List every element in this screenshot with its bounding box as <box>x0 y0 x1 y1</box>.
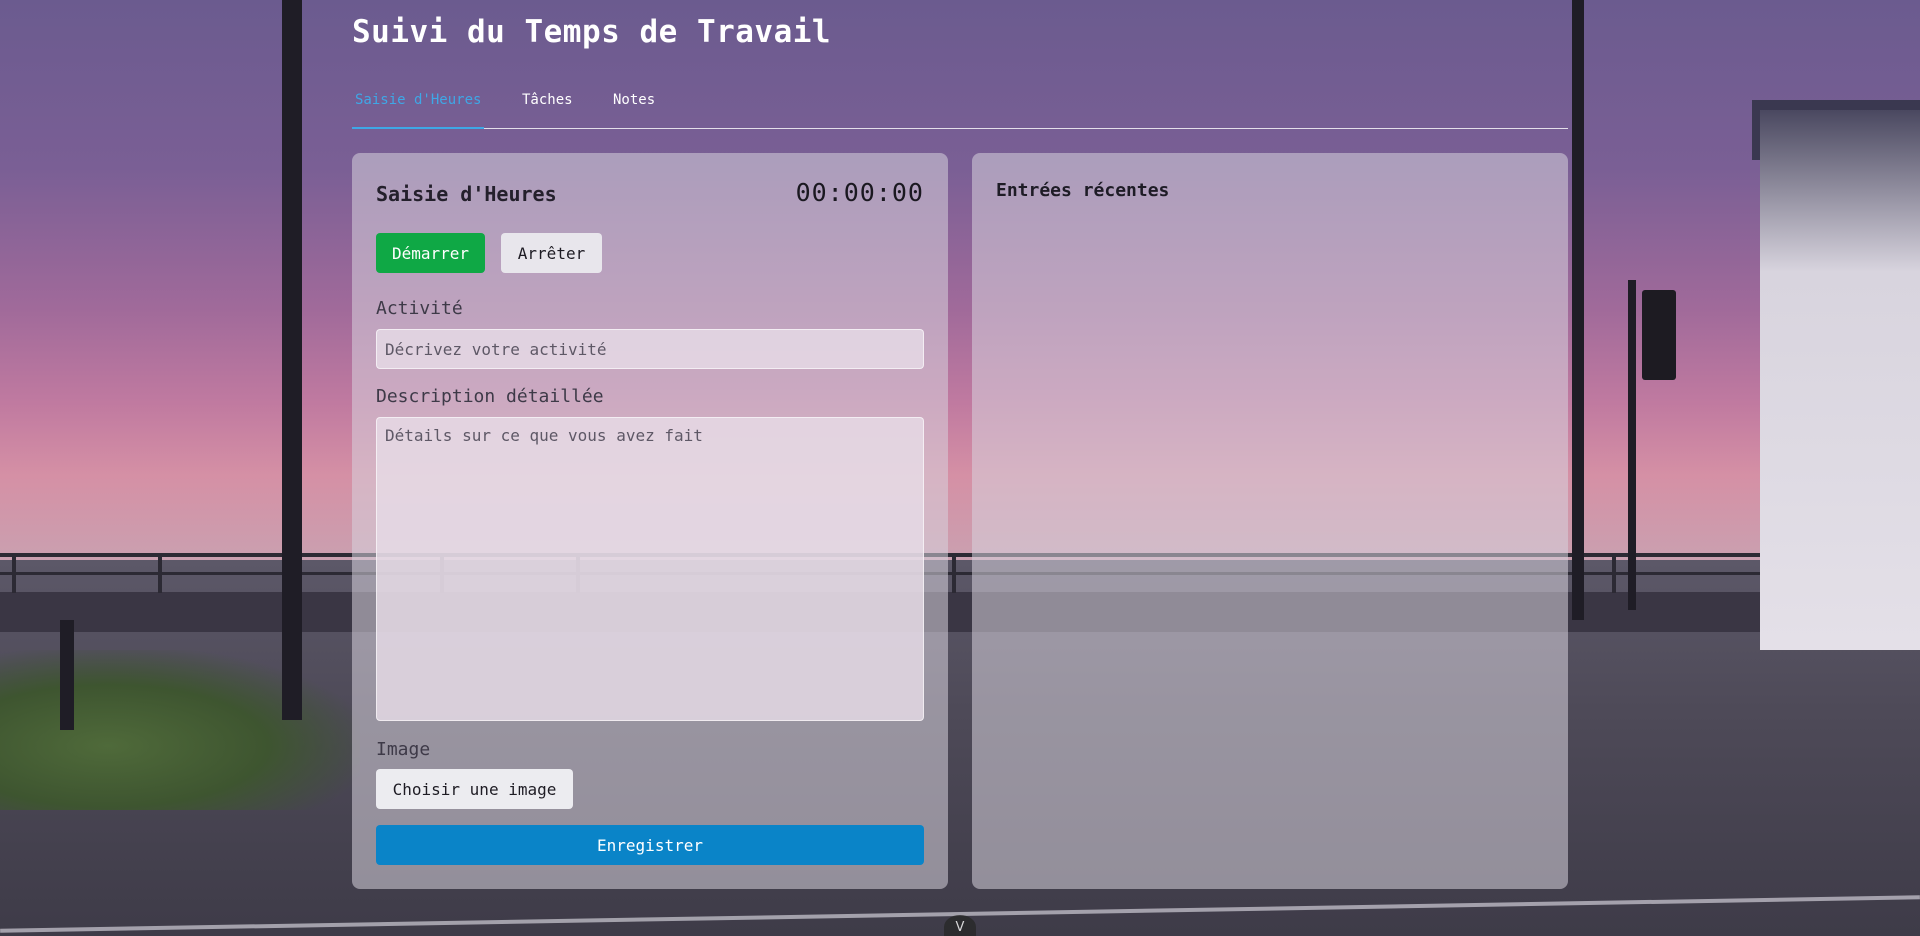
save-button[interactable]: Enregistrer <box>376 825 924 865</box>
choose-image-button[interactable]: Choisir une image <box>376 769 573 809</box>
time-entry-title: Saisie d'Heures <box>376 182 557 206</box>
image-label: Image <box>376 739 431 760</box>
background-pole <box>1628 280 1636 610</box>
tab-tasks[interactable]: Tâches <box>522 84 573 129</box>
description-textarea[interactable] <box>376 417 924 721</box>
background-bollard <box>60 620 74 730</box>
tab-bar: Saisie d'Heures Tâches Notes <box>352 84 1568 129</box>
background-pole <box>1572 0 1584 620</box>
time-entry-card: Saisie d'Heures 00:00:00 Démarrer Arrête… <box>352 153 948 889</box>
background-grass <box>0 650 360 810</box>
app-container: Suivi du Temps de Travail Saisie d'Heure… <box>352 0 1568 936</box>
scroll-down-icon[interactable]: V <box>944 915 976 936</box>
app-title: Suivi du Temps de Travail <box>352 14 832 50</box>
recent-entries-card: Entrées récentes <box>972 153 1568 889</box>
activity-input[interactable] <box>376 329 924 369</box>
railing-post <box>1612 553 1616 593</box>
activity-label: Activité <box>376 298 463 319</box>
background-pole <box>282 0 302 720</box>
background-traffic-light <box>1642 290 1676 380</box>
tab-time-entry[interactable]: Saisie d'Heures <box>352 84 485 129</box>
recent-entries-title: Entrées récentes <box>996 180 1170 201</box>
description-label: Description détaillée <box>376 386 604 407</box>
timer-display: 00:00:00 <box>795 178 924 207</box>
railing-post <box>158 553 162 593</box>
background-building <box>1760 110 1920 650</box>
tab-notes[interactable]: Notes <box>613 84 655 129</box>
stop-button[interactable]: Arrêter <box>501 233 602 273</box>
start-button[interactable]: Démarrer <box>376 233 485 273</box>
railing-post <box>12 553 16 593</box>
